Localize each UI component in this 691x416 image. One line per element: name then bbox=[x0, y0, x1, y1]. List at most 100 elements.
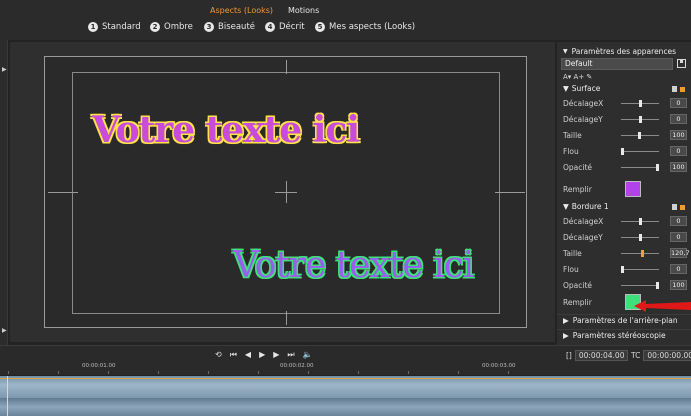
timeline-ruler[interactable]: 00:00:01.00 00:00:02.00 00:00:03.00 bbox=[8, 363, 556, 375]
value-field[interactable]: 100 bbox=[670, 280, 687, 290]
playhead[interactable] bbox=[7, 376, 8, 416]
panel-title: Paramètres des apparences bbox=[571, 46, 677, 56]
border-section-header[interactable]: ▼ Bordure 1 bbox=[563, 202, 609, 211]
go-to-end-icon[interactable]: ⏭ bbox=[287, 350, 294, 360]
slider-thumb[interactable] bbox=[639, 100, 642, 107]
row-label: Flou bbox=[563, 147, 579, 156]
ruler-tick-label: 00:00:02.00 bbox=[280, 363, 314, 369]
preset-number: 5 bbox=[315, 22, 325, 32]
play-icon[interactable]: ▶ bbox=[259, 350, 265, 360]
slider-thumb[interactable] bbox=[638, 132, 641, 139]
text-object-top[interactable]: Votre texte ici bbox=[92, 109, 360, 151]
slider-track[interactable] bbox=[621, 100, 659, 107]
row-label: DécalageX bbox=[563, 217, 604, 226]
slider-track[interactable] bbox=[621, 164, 659, 171]
value-field[interactable]: 0 bbox=[670, 146, 687, 156]
duration-label: [] bbox=[566, 351, 572, 360]
surface-offset-y-row: DécalageY 0 bbox=[561, 112, 687, 127]
expand-arrow-icon[interactable]: ▶ bbox=[2, 66, 7, 73]
ruler-tick bbox=[158, 371, 159, 374]
preset-label: Mes aspects (Looks) bbox=[329, 22, 416, 32]
slider-thumb[interactable] bbox=[656, 164, 659, 171]
look-preset-decrit[interactable]: 4 Décrit bbox=[265, 22, 305, 32]
value-field[interactable]: 100 bbox=[670, 162, 687, 172]
border-offset-x-row: DécalageX 0 bbox=[561, 214, 687, 229]
save-look-icon[interactable] bbox=[677, 59, 686, 68]
value-field[interactable]: 0 bbox=[670, 98, 687, 108]
surface-title: Surface bbox=[571, 84, 601, 93]
collapse-triangle-icon: ▼ bbox=[563, 202, 569, 211]
row-label: Opacité bbox=[563, 163, 593, 172]
transport-bar: ⟲ ⏮ ◀ ▶ ▶ ⏭ 🔈 00:00:01.00 00:00:02.00 00… bbox=[0, 345, 691, 375]
slider-thumb[interactable] bbox=[639, 218, 642, 225]
surface-section-header[interactable]: ▼ Surface bbox=[563, 84, 600, 93]
value-field[interactable]: 0 bbox=[670, 232, 687, 242]
layer-add-icons[interactable]: A▾ A+ ✎ bbox=[563, 73, 592, 81]
timeline-track-2[interactable] bbox=[0, 398, 691, 416]
look-preset-mes-aspects[interactable]: 5 Mes aspects (Looks) bbox=[315, 22, 415, 32]
value-field[interactable]: 120,7 bbox=[670, 248, 690, 258]
panel-header[interactable]: ▼ Paramètres des apparences bbox=[557, 45, 691, 57]
duration-field[interactable]: 00:00:04.00 bbox=[574, 350, 629, 361]
step-back-icon[interactable]: ◀ bbox=[245, 350, 251, 360]
title-canvas[interactable]: Votre texte ici Votre texte ici bbox=[44, 56, 527, 328]
loop-icon[interactable]: ⟲ bbox=[215, 350, 222, 360]
volume-icon[interactable]: 🔈 bbox=[303, 350, 313, 360]
surface-size-row: Taille 100 bbox=[561, 128, 687, 143]
value-field[interactable]: 0 bbox=[670, 114, 687, 124]
slider-thumb[interactable] bbox=[639, 116, 642, 123]
preset-label: Biseauté bbox=[218, 22, 256, 32]
slider-track[interactable] bbox=[621, 148, 659, 155]
timeline-track-1[interactable] bbox=[0, 376, 691, 398]
look-preset-standard[interactable]: 1 Standard bbox=[88, 22, 141, 32]
center-mark-left bbox=[48, 192, 78, 193]
value-field[interactable]: 0 bbox=[670, 264, 687, 274]
tab-motions[interactable]: Motions bbox=[288, 6, 319, 15]
slider-track[interactable] bbox=[621, 250, 659, 257]
stereo-settings-header[interactable]: ▶ Paramètres stéréoscopie bbox=[557, 329, 691, 341]
preset-label: Standard bbox=[102, 22, 141, 32]
layer-color-icon[interactable] bbox=[680, 204, 685, 210]
step-forward-icon[interactable]: ▶ bbox=[273, 350, 279, 360]
background-settings-header[interactable]: ▶ Paramètres de l'arrière-plan bbox=[557, 314, 691, 326]
look-preset-select[interactable]: Default bbox=[561, 58, 673, 70]
title-editor: Aspects (Looks) Motions 1 Standard 2 Omb… bbox=[0, 0, 691, 416]
slider-track[interactable] bbox=[621, 234, 659, 241]
slider-track[interactable] bbox=[621, 132, 659, 139]
row-label: Remplir bbox=[563, 185, 592, 194]
tab-looks[interactable]: Aspects (Looks) bbox=[210, 6, 273, 15]
center-cross-v bbox=[286, 181, 287, 203]
trash-icon[interactable] bbox=[672, 86, 677, 92]
trash-icon[interactable] bbox=[672, 204, 677, 210]
text-object-bottom[interactable]: Votre texte ici bbox=[233, 245, 474, 286]
slider-thumb[interactable] bbox=[621, 266, 624, 273]
value-field[interactable]: 0 bbox=[670, 216, 687, 226]
preset-label: Ombre bbox=[164, 22, 193, 32]
preset-number: 3 bbox=[204, 22, 214, 32]
expand-arrow-icon[interactable]: ▶ bbox=[2, 327, 7, 334]
row-label: Flou bbox=[563, 265, 579, 274]
preset-number: 4 bbox=[265, 22, 275, 32]
border-title: Bordure 1 bbox=[571, 202, 609, 211]
look-preset-biseaute[interactable]: 3 Biseauté bbox=[204, 22, 255, 32]
slider-track[interactable] bbox=[621, 266, 659, 273]
slider-track[interactable] bbox=[621, 218, 659, 225]
timecode-field[interactable]: 00:00:00.00 bbox=[643, 350, 691, 361]
slider-thumb[interactable] bbox=[656, 282, 659, 289]
slider-thumb[interactable] bbox=[641, 250, 644, 257]
go-to-start-icon[interactable]: ⏮ bbox=[230, 350, 237, 360]
left-collapse-strip[interactable]: ▶ ▶ bbox=[0, 40, 8, 345]
center-mark-top bbox=[286, 60, 287, 74]
row-label: DécalageY bbox=[563, 233, 603, 242]
track-marker-line bbox=[0, 378, 691, 379]
collapse-triangle-icon: ▼ bbox=[563, 84, 569, 93]
slider-track[interactable] bbox=[621, 116, 659, 123]
look-preset-ombre[interactable]: 2 Ombre bbox=[150, 22, 193, 32]
slider-thumb[interactable] bbox=[621, 148, 624, 155]
slider-thumb[interactable] bbox=[639, 234, 642, 241]
slider-track[interactable] bbox=[621, 282, 659, 289]
surface-fill-swatch[interactable] bbox=[625, 181, 641, 197]
layer-color-icon[interactable] bbox=[680, 86, 685, 92]
value-field[interactable]: 100 bbox=[670, 130, 687, 140]
top-bar: Aspects (Looks) Motions 1 Standard 2 Omb… bbox=[0, 0, 691, 40]
